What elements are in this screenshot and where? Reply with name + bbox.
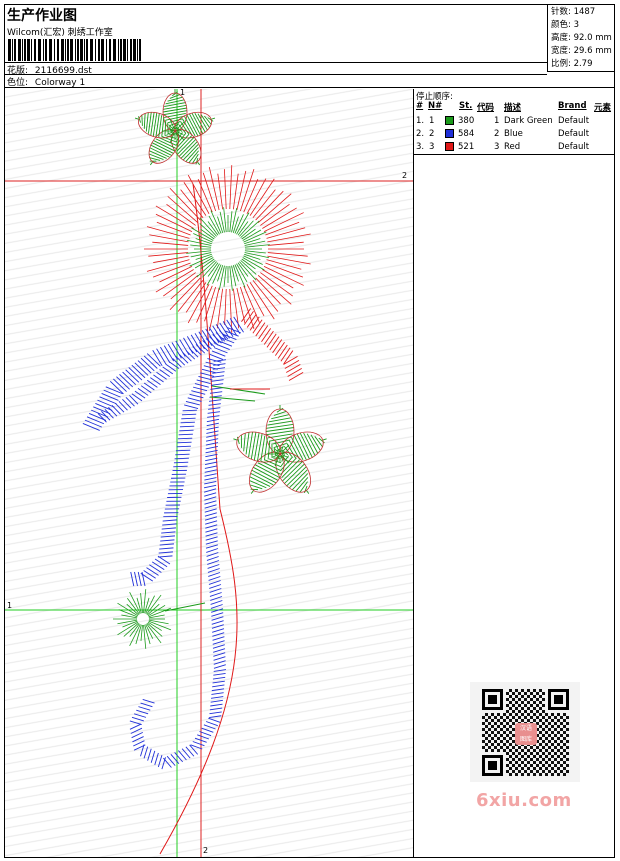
stop-sequence-panel: 停止顺序: # N# St. 代码 描述 Brand 元素 1. 1 380 1… bbox=[414, 89, 615, 155]
badge-text-bottom: 图库 bbox=[519, 736, 532, 743]
color-swatch-green bbox=[445, 116, 454, 125]
stitch-group bbox=[82, 89, 327, 770]
row-stitches: 380 bbox=[458, 116, 475, 126]
column-header-n: N# bbox=[428, 101, 443, 111]
design-preview-canvas: 1 2 1 2 bbox=[5, 89, 414, 857]
row-brand: Default bbox=[558, 116, 590, 126]
row-brand: Default bbox=[558, 142, 590, 152]
row-description: Blue bbox=[504, 129, 523, 139]
design-height: 高度: 92.0 mm bbox=[551, 33, 612, 43]
row-code: 1 bbox=[494, 116, 500, 126]
guide-label-v2: 2 bbox=[203, 846, 209, 855]
guide-label-h1: 1 bbox=[7, 601, 13, 610]
design-width: 宽度: 29.6 mm bbox=[551, 46, 612, 56]
row-code: 2 bbox=[494, 129, 500, 139]
row-brand: Default bbox=[558, 129, 590, 139]
divider bbox=[4, 74, 547, 75]
colorway-value: Colorway 1 bbox=[34, 78, 86, 88]
worksheet-header: 生产作业图 Wilcom(汇宏) 刺绣工作室 花版: 2116699.dst 色… bbox=[4, 4, 615, 88]
color-swatch-red bbox=[445, 142, 454, 151]
row-index: 2. bbox=[416, 129, 425, 139]
red-running-stitch bbox=[159, 183, 238, 855]
column-header-brand: Brand bbox=[558, 101, 587, 111]
row-n: 3 bbox=[429, 142, 435, 152]
stats-panel: 针数: 1487 颜色: 3 高度: 92.0 mm 宽度: 29.6 mm 比… bbox=[547, 4, 614, 72]
row-stitches: 584 bbox=[458, 129, 475, 139]
guide-label-h2: 2 bbox=[402, 171, 408, 180]
row-n: 2 bbox=[429, 129, 435, 139]
colorway-label: 色位: bbox=[7, 78, 29, 88]
guide-label-v1: 1 bbox=[180, 89, 186, 97]
watermark-badge: 汉语 图库 bbox=[515, 723, 537, 745]
badge-text-top: 汉语 bbox=[519, 725, 532, 732]
color-swatch-blue bbox=[445, 129, 454, 138]
row-code: 3 bbox=[494, 142, 500, 152]
page-title: 生产作业图 bbox=[7, 8, 77, 24]
column-header-description: 描述 bbox=[504, 103, 522, 113]
color-count: 颜色: 3 bbox=[551, 20, 579, 30]
stitch-count: 针数: 1487 bbox=[551, 7, 596, 17]
embroidery-design bbox=[5, 89, 413, 857]
design-scale: 比例: 2.79 bbox=[551, 59, 593, 69]
row-description: Red bbox=[504, 142, 521, 152]
column-header-index: # bbox=[416, 101, 424, 111]
row-index: 1. bbox=[416, 116, 425, 126]
qr-code-watermark: 汉语 图库 bbox=[470, 682, 580, 782]
row-description: Dark Green bbox=[504, 116, 553, 126]
row-n: 1 bbox=[429, 116, 435, 126]
barcode-icon bbox=[8, 39, 141, 61]
row-index: 3. bbox=[416, 142, 425, 152]
studio-name: Wilcom(汇宏) 刺绣工作室 bbox=[7, 28, 113, 38]
row-stitches: 521 bbox=[458, 142, 475, 152]
column-header-element: 元素 bbox=[594, 103, 612, 113]
watermark-text: 6xiu.com bbox=[476, 790, 572, 811]
column-header-stitches: St. bbox=[459, 101, 473, 111]
colorway-row: 色位: Colorway 1 bbox=[7, 75, 85, 88]
column-header-code: 代码 bbox=[477, 103, 495, 113]
